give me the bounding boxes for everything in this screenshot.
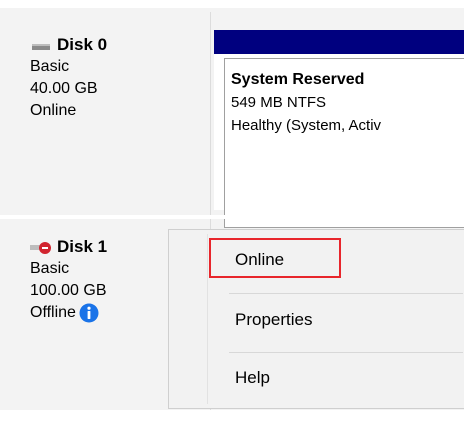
disk-0-size: 40.00 GB xyxy=(30,80,98,97)
partition-name: System Reserved xyxy=(231,71,365,88)
menu-icon-gutter-divider xyxy=(207,234,208,404)
disk-0-title: Disk 0 xyxy=(57,35,108,54)
disk-1-size: 100.00 GB xyxy=(30,282,107,299)
row-divider xyxy=(0,215,464,219)
info-icon[interactable] xyxy=(79,303,99,323)
menu-item-properties[interactable]: Properties xyxy=(209,298,461,342)
disk-0-type: Basic xyxy=(30,58,70,75)
disk-1-status-row: Offline xyxy=(30,302,107,324)
highlight-box xyxy=(209,238,341,278)
bottom-strip xyxy=(0,410,464,427)
disk-0-partition-area: System Reserved 549 MB NTFS Healthy (Sys… xyxy=(214,30,464,228)
disk-online-icon xyxy=(30,38,54,52)
menu-item-label: Help xyxy=(235,368,270,387)
system-reserved-partition[interactable]: System Reserved 549 MB NTFS Healthy (Sys… xyxy=(224,58,464,228)
disk-0-label[interactable]: Disk 0 Basic 40.00 GB Online xyxy=(30,34,107,122)
disk-0-status: Online xyxy=(30,102,77,119)
top-strip xyxy=(0,0,464,8)
disk-1-type: Basic xyxy=(30,260,70,277)
disk-1-title-row: Disk 1 xyxy=(30,236,107,258)
partition-bar xyxy=(214,30,464,54)
disk-1-label[interactable]: Disk 1 Basic 100.00 GB Offline xyxy=(30,236,107,324)
disk-offline-icon xyxy=(30,240,54,254)
context-menu: Online Properties Help xyxy=(168,229,464,409)
menu-separator xyxy=(229,352,463,353)
disk-1-status: Offline xyxy=(30,304,76,321)
menu-item-help[interactable]: Help xyxy=(209,356,461,400)
partition-status: Healthy (System, Activ xyxy=(231,117,382,134)
menu-separator xyxy=(229,293,463,294)
disk-0-title-row: Disk 0 xyxy=(30,34,107,56)
menu-item-label: Properties xyxy=(235,310,313,329)
disk-1-title: Disk 1 xyxy=(57,237,108,256)
partition-size: 549 MB NTFS xyxy=(231,94,327,111)
